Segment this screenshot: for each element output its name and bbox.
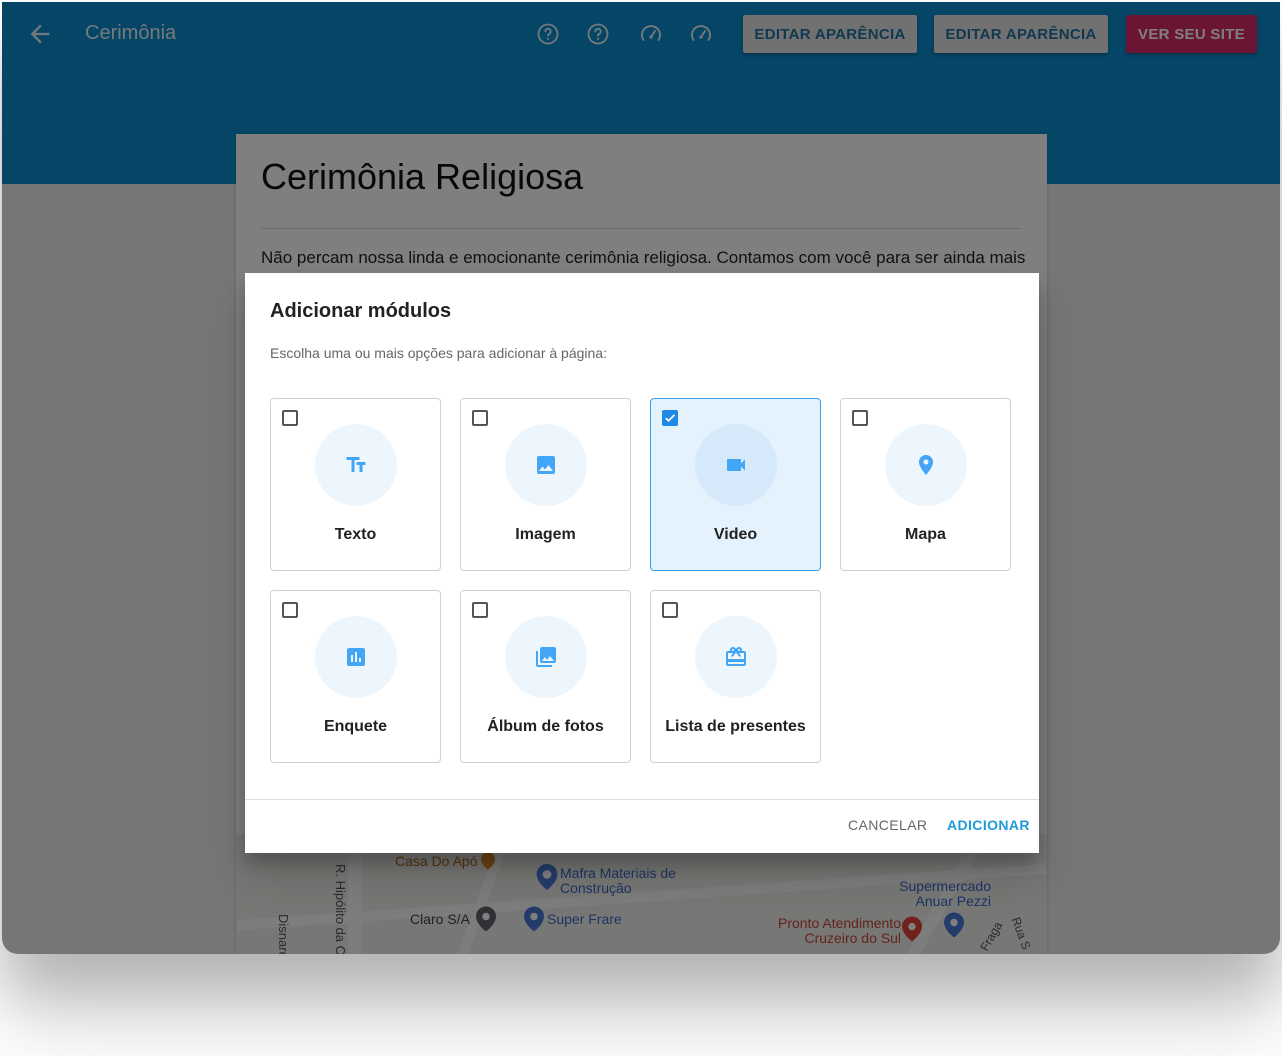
dialog-subtitle: Escolha uma ou mais opções para adiciona… bbox=[270, 345, 607, 361]
module-texto[interactable]: Texto bbox=[270, 398, 441, 571]
module-label: Lista de presentes bbox=[665, 718, 806, 735]
module-icon-circle bbox=[885, 424, 967, 506]
checkbox[interactable] bbox=[472, 602, 488, 618]
module-icon-circle bbox=[315, 424, 397, 506]
videocam-icon bbox=[727, 459, 745, 471]
checkbox[interactable] bbox=[852, 410, 868, 426]
poll-icon bbox=[347, 648, 365, 666]
text-fields-icon bbox=[346, 457, 366, 472]
module-icon-circle bbox=[505, 424, 587, 506]
module-icon-circle bbox=[315, 616, 397, 698]
module-icon-circle bbox=[695, 616, 777, 698]
add-button[interactable]: ADICIONAR bbox=[947, 817, 1030, 833]
module-icon-circle bbox=[505, 616, 587, 698]
module-enquete[interactable]: Enquete bbox=[270, 590, 441, 763]
dialog-title: Adicionar módulos bbox=[270, 300, 452, 322]
checkbox[interactable] bbox=[662, 602, 678, 618]
cancel-button[interactable]: CANCELAR bbox=[848, 817, 927, 833]
place-icon bbox=[919, 455, 933, 475]
module-video[interactable]: Video bbox=[650, 398, 821, 571]
checkbox[interactable] bbox=[282, 602, 298, 618]
module-label: Álbum de fotos bbox=[487, 718, 604, 735]
module-imagem[interactable]: Imagem bbox=[460, 398, 631, 571]
checkbox[interactable] bbox=[282, 410, 298, 426]
module-mapa[interactable]: Mapa bbox=[840, 398, 1011, 571]
module-label: Imagem bbox=[515, 526, 576, 543]
module-label: Enquete bbox=[323, 718, 388, 735]
module-album[interactable]: Álbum de fotos bbox=[460, 590, 631, 763]
module-icon-circle bbox=[695, 424, 777, 506]
checkbox[interactable] bbox=[472, 410, 488, 426]
app-window: Cerimônia EDITAR APARÊNCIA EDITAR APARÊN… bbox=[2, 2, 1280, 954]
module-label: Texto bbox=[334, 526, 377, 543]
dialog-divider bbox=[245, 799, 1039, 800]
module-label: Mapa bbox=[905, 526, 946, 543]
add-modules-dialog: Adicionar módulos Escolha uma ou mais op… bbox=[245, 273, 1039, 853]
module-label: Video bbox=[713, 526, 758, 543]
module-lista-presentes[interactable]: Lista de presentes bbox=[650, 590, 821, 763]
gift-card-icon bbox=[726, 647, 746, 666]
image-icon bbox=[537, 456, 555, 474]
check-icon bbox=[665, 414, 676, 423]
photo-library-icon bbox=[536, 647, 556, 667]
checkbox[interactable] bbox=[662, 410, 678, 426]
